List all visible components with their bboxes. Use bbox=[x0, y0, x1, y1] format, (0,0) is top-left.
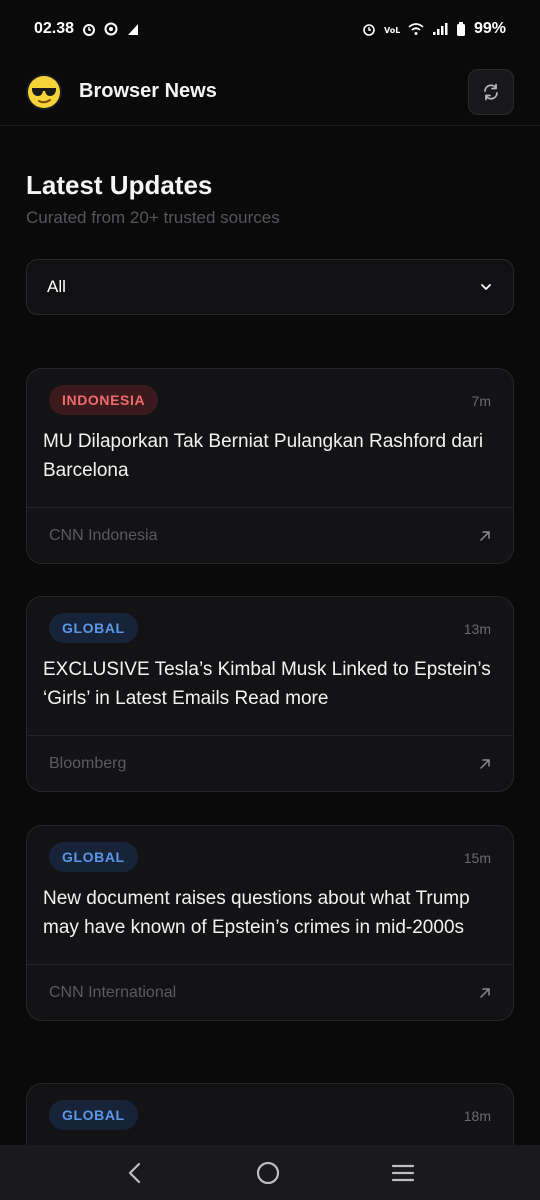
battery-percent: 99% bbox=[473, 20, 506, 37]
app-title: Browser News bbox=[79, 80, 217, 102]
card-header: GLOBAL 18m bbox=[27, 1084, 513, 1130]
status-time: 02.38 bbox=[34, 20, 75, 37]
external-link-icon[interactable] bbox=[479, 758, 491, 770]
page-title: Latest Updates bbox=[26, 170, 213, 200]
wifi-icon bbox=[408, 23, 424, 35]
article-time: 15m bbox=[463, 850, 491, 866]
alarm-icon bbox=[83, 24, 96, 36]
volte-icon: VoL bbox=[384, 26, 400, 35]
article-time: 7m bbox=[471, 393, 491, 409]
category-badge: INDONESIA bbox=[49, 385, 159, 415]
article-headline[interactable]: EXCLUSIVE Tesla’s Kimbal Musk Linked to … bbox=[43, 655, 497, 713]
battery-icon bbox=[456, 22, 465, 36]
alarm-icon bbox=[363, 24, 375, 36]
card-footer: Bloomberg bbox=[27, 735, 513, 791]
external-link-icon[interactable] bbox=[479, 987, 491, 999]
card-header: GLOBAL 13m bbox=[27, 597, 513, 643]
article-source: CNN International bbox=[49, 983, 177, 1001]
filter-selected-value: All bbox=[47, 277, 66, 296]
app-header: Browser News bbox=[0, 58, 540, 126]
back-icon[interactable] bbox=[125, 1162, 145, 1184]
status-right: VoL 99% bbox=[362, 20, 506, 38]
category-badge: GLOBAL bbox=[49, 842, 138, 872]
category-badge: GLOBAL bbox=[49, 613, 138, 643]
status-bar: 02.38 VoL 99% bbox=[0, 0, 540, 58]
system-nav-bar bbox=[0, 1145, 540, 1200]
article-headline[interactable]: New document raises questions about what… bbox=[43, 884, 497, 942]
news-card[interactable]: INDONESIA 7m MU Dilaporkan Tak Berniat P… bbox=[26, 368, 514, 564]
article-headline[interactable]: MU Dilaporkan Tak Berniat Pulangkan Rash… bbox=[43, 427, 497, 485]
page-subtitle: Curated from 20+ trusted sources bbox=[26, 208, 280, 227]
news-card[interactable]: GLOBAL 15m New document raises questions… bbox=[26, 825, 514, 1021]
category-filter-select[interactable]: All bbox=[26, 259, 514, 315]
card-footer: CNN International bbox=[27, 964, 513, 1020]
article-source: Bloomberg bbox=[49, 754, 127, 772]
status-left: 02.38 bbox=[34, 20, 140, 38]
signal-icon bbox=[432, 23, 448, 35]
svg-text:VoL: VoL bbox=[384, 26, 400, 35]
news-card[interactable]: GLOBAL 13m EXCLUSIVE Tesla’s Kimbal Musk… bbox=[26, 596, 514, 792]
card-footer: CNN Indonesia bbox=[27, 507, 513, 563]
sunglasses-emoji-icon bbox=[26, 73, 62, 110]
card-header: GLOBAL 15m bbox=[27, 826, 513, 872]
data-activity-icon bbox=[128, 24, 139, 35]
card-header: INDONESIA 7m bbox=[27, 369, 513, 415]
category-badge: GLOBAL bbox=[49, 1100, 138, 1130]
home-icon[interactable] bbox=[256, 1161, 280, 1185]
recents-icon[interactable] bbox=[391, 1163, 415, 1183]
refresh-icon bbox=[484, 83, 498, 100]
article-time: 13m bbox=[463, 621, 491, 637]
article-source: CNN Indonesia bbox=[49, 526, 158, 544]
article-time: 18m bbox=[463, 1108, 491, 1124]
external-link-icon[interactable] bbox=[479, 530, 491, 542]
refresh-button[interactable] bbox=[468, 68, 514, 115]
vpn-icon bbox=[104, 22, 118, 36]
chevron-down-icon bbox=[481, 284, 491, 290]
